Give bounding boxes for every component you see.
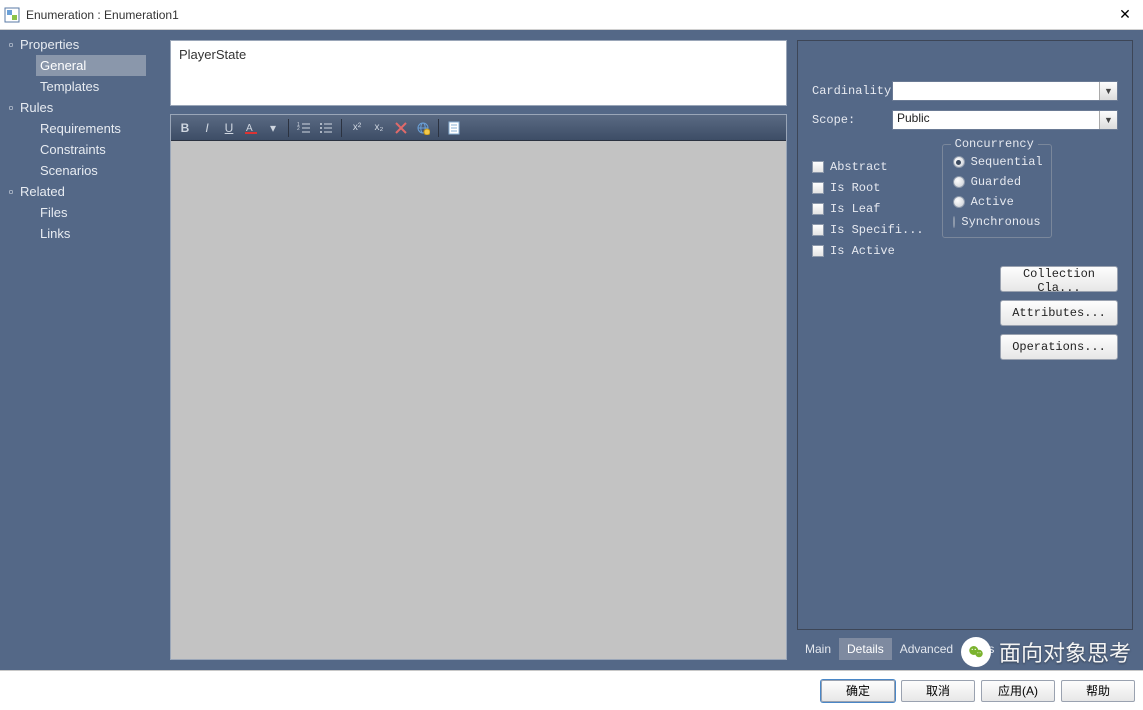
- dropdown-icon[interactable]: ▾: [263, 118, 283, 138]
- list-bullet-button[interactable]: [316, 118, 336, 138]
- rich-editor: B I U A ▾ 12 x² x₂: [170, 114, 787, 660]
- apply-button[interactable]: 应用(A): [981, 680, 1055, 702]
- sidebar-group-related[interactable]: ▫Related: [0, 181, 160, 202]
- radio-active[interactable]: Active: [953, 195, 1041, 209]
- chk-is-active[interactable]: Is Active: [812, 244, 924, 258]
- right-tabs: Main Details Advanced Tags: [797, 638, 1133, 660]
- sidebar-item-files[interactable]: Files: [0, 202, 160, 223]
- sidebar-item-requirements[interactable]: Requirements: [0, 118, 160, 139]
- clear-format-button[interactable]: [391, 118, 411, 138]
- sidebar-item-scenarios[interactable]: Scenarios: [0, 160, 160, 181]
- sidebar-item-links[interactable]: Links: [0, 223, 160, 244]
- concurrency-fieldset: Concurrency Sequential Guarded Active Sy…: [942, 144, 1052, 238]
- radio-guarded[interactable]: Guarded: [953, 175, 1041, 189]
- subscript-button[interactable]: x₂: [369, 118, 389, 138]
- superscript-button[interactable]: x²: [347, 118, 367, 138]
- chk-abstract[interactable]: Abstract: [812, 160, 924, 174]
- underline-button[interactable]: U: [219, 118, 239, 138]
- operations-button[interactable]: Operations...: [1000, 334, 1118, 360]
- left-column: PlayerState B I U A ▾ 12: [170, 40, 787, 660]
- editor-toolbar: B I U A ▾ 12 x² x₂: [171, 115, 786, 141]
- collapse-icon: ▫: [6, 184, 16, 199]
- chk-is-specification[interactable]: Is Specifi...: [812, 223, 924, 237]
- collapse-icon: ▫: [6, 37, 16, 52]
- main-area: ▫Properties General Templates ▫Rules Req…: [0, 30, 1143, 670]
- close-button[interactable]: ✕: [1111, 4, 1139, 26]
- sidebar-group-rules[interactable]: ▫Rules: [0, 97, 160, 118]
- details-panel: Cardinality: ▼ Scope: Public ▼ Abstra: [797, 40, 1133, 630]
- radio-synchronous[interactable]: Synchronous: [953, 215, 1041, 229]
- tab-advanced[interactable]: Advanced: [892, 638, 961, 660]
- help-button[interactable]: 帮助: [1061, 680, 1135, 702]
- sidebar-group-properties[interactable]: ▫Properties: [0, 34, 160, 55]
- cancel-button[interactable]: 取消: [901, 680, 975, 702]
- name-input[interactable]: PlayerState: [170, 40, 787, 106]
- tab-tags[interactable]: Tags: [961, 638, 1002, 660]
- document-button[interactable]: [444, 118, 464, 138]
- titlebar: Enumeration : Enumeration1 ✕: [0, 0, 1143, 30]
- editor-canvas[interactable]: [171, 141, 786, 659]
- dropdown-icon: ▼: [1099, 82, 1117, 100]
- collapse-icon: ▫: [6, 100, 16, 115]
- list-numbered-button[interactable]: 12: [294, 118, 314, 138]
- workarea: PlayerState B I U A ▾ 12: [160, 30, 1143, 670]
- cardinality-select[interactable]: ▼: [892, 81, 1118, 101]
- cardinality-label: Cardinality:: [812, 84, 892, 98]
- svg-text:2: 2: [297, 126, 300, 132]
- sidebar-item-constraints[interactable]: Constraints: [0, 139, 160, 160]
- concurrency-legend: Concurrency: [951, 137, 1038, 151]
- collection-class-button[interactable]: Collection Cla...: [1000, 266, 1118, 292]
- bold-button[interactable]: B: [175, 118, 195, 138]
- checkbox-column: Abstract Is Root Is Leaf Is Specifi... I…: [812, 160, 924, 258]
- font-color-button[interactable]: A: [241, 118, 261, 138]
- scope-label: Scope:: [812, 113, 892, 127]
- tab-details[interactable]: Details: [839, 638, 892, 660]
- sidebar-item-general[interactable]: General: [36, 55, 146, 76]
- right-column: Cardinality: ▼ Scope: Public ▼ Abstra: [797, 40, 1133, 660]
- sidebar-item-templates[interactable]: Templates: [0, 76, 160, 97]
- radio-sequential[interactable]: Sequential: [953, 155, 1041, 169]
- ok-button[interactable]: 确定: [821, 680, 895, 702]
- sidebar: ▫Properties General Templates ▫Rules Req…: [0, 30, 160, 670]
- chk-is-root[interactable]: Is Root: [812, 181, 924, 195]
- attributes-button[interactable]: Attributes...: [1000, 300, 1118, 326]
- tab-main[interactable]: Main: [797, 638, 839, 660]
- dropdown-icon: ▼: [1099, 111, 1117, 129]
- chk-is-leaf[interactable]: Is Leaf: [812, 202, 924, 216]
- window-title: Enumeration : Enumeration1: [26, 8, 1111, 22]
- scope-select[interactable]: Public ▼: [892, 110, 1118, 130]
- app-icon: [4, 7, 20, 23]
- footer: 确定 取消 应用(A) 帮助: [0, 670, 1143, 710]
- italic-button[interactable]: I: [197, 118, 217, 138]
- hyperlink-button[interactable]: [413, 118, 433, 138]
